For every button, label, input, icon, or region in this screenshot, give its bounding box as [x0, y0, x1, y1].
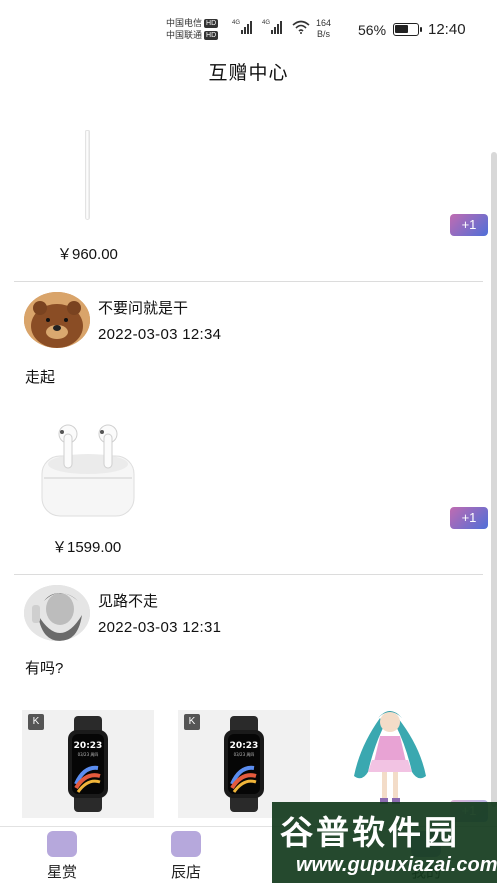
product-image-figure[interactable] [340, 706, 440, 812]
product-image-watch[interactable]: K 20:23 03/23 周四 [22, 710, 154, 818]
divider [14, 281, 483, 282]
battery-icon [393, 23, 422, 36]
network-type: 4G [232, 20, 241, 26]
username[interactable]: 见路不走 [98, 590, 158, 611]
tab-chendian[interactable]: 辰店 [146, 831, 226, 882]
k-logo-icon: K [184, 714, 200, 730]
post-text: 走起 [25, 369, 56, 386]
signal-indicators: 4G 4G [232, 20, 310, 34]
network-type: 4G [262, 20, 271, 26]
price-label: ￥960.00 [57, 246, 118, 263]
portrait-avatar-icon [24, 585, 90, 641]
status-bar: 中国电信 HD 中国联通 HD 4G 4G 164 B/s 56% 12:40 [0, 0, 497, 52]
carrier-1: 中国电信 [166, 18, 203, 28]
tab-xingshang[interactable]: 星赏 [22, 831, 102, 882]
avatar[interactable] [24, 292, 90, 348]
smartwatch-icon: 20:23 03/23 周四 [224, 716, 264, 812]
watch-date: 03/23 周四 [234, 751, 255, 757]
tab-label: 辰店 [170, 864, 201, 881]
post-timestamp: 2022-03-03 12:31 [98, 619, 222, 636]
product-image-airpods[interactable] [36, 420, 140, 520]
watermark-title: 谷普软件园 [280, 814, 460, 851]
carrier-info: 中国电信 HD 中国联通 HD [166, 17, 219, 41]
plus-one-button[interactable]: +1 [450, 507, 488, 529]
watermark: 谷普软件园 www.gupuxiazai.com [272, 802, 497, 883]
battery-percent: 56% [358, 22, 387, 38]
username[interactable]: 不要问就是干 [98, 297, 188, 318]
k-logo-icon: K [28, 714, 44, 730]
price-label: ￥1599.00 [52, 539, 122, 556]
tab-label: 星赏 [46, 864, 77, 881]
divider [14, 574, 483, 575]
smartwatch-icon: 20:23 03/23 周四 [68, 716, 108, 812]
net-speed-value: 164 [316, 18, 332, 28]
watch-date: 03/23 周四 [78, 751, 99, 757]
page-title: 互赠中心 [208, 63, 289, 84]
bear-avatar-icon [24, 292, 90, 348]
net-speed-unit: B/s [317, 29, 331, 39]
signal-icon: 4G [262, 20, 282, 34]
product-image-pencil[interactable] [85, 130, 90, 220]
clock: 12:40 [428, 21, 466, 38]
plus-one-button[interactable]: +1 [450, 214, 488, 236]
mail-icon [171, 831, 201, 857]
carrier-2: 中国联通 [166, 30, 203, 40]
avatar[interactable] [24, 585, 90, 641]
watch-time: 20:23 [74, 741, 103, 751]
wifi-icon [292, 20, 310, 34]
scrollbar[interactable] [491, 152, 497, 807]
watermark-url: www.gupuxiazai.com [296, 854, 497, 876]
post-timestamp: 2022-03-03 12:34 [98, 326, 222, 343]
hd-badge: HD [204, 31, 219, 41]
signal-icon: 4G [232, 20, 252, 34]
post-text: 有吗? [25, 660, 64, 677]
watch-time: 20:23 [230, 741, 259, 751]
hd-badge: HD [204, 19, 219, 29]
box-icon [47, 831, 77, 857]
net-speed: 164 B/s [316, 18, 331, 40]
